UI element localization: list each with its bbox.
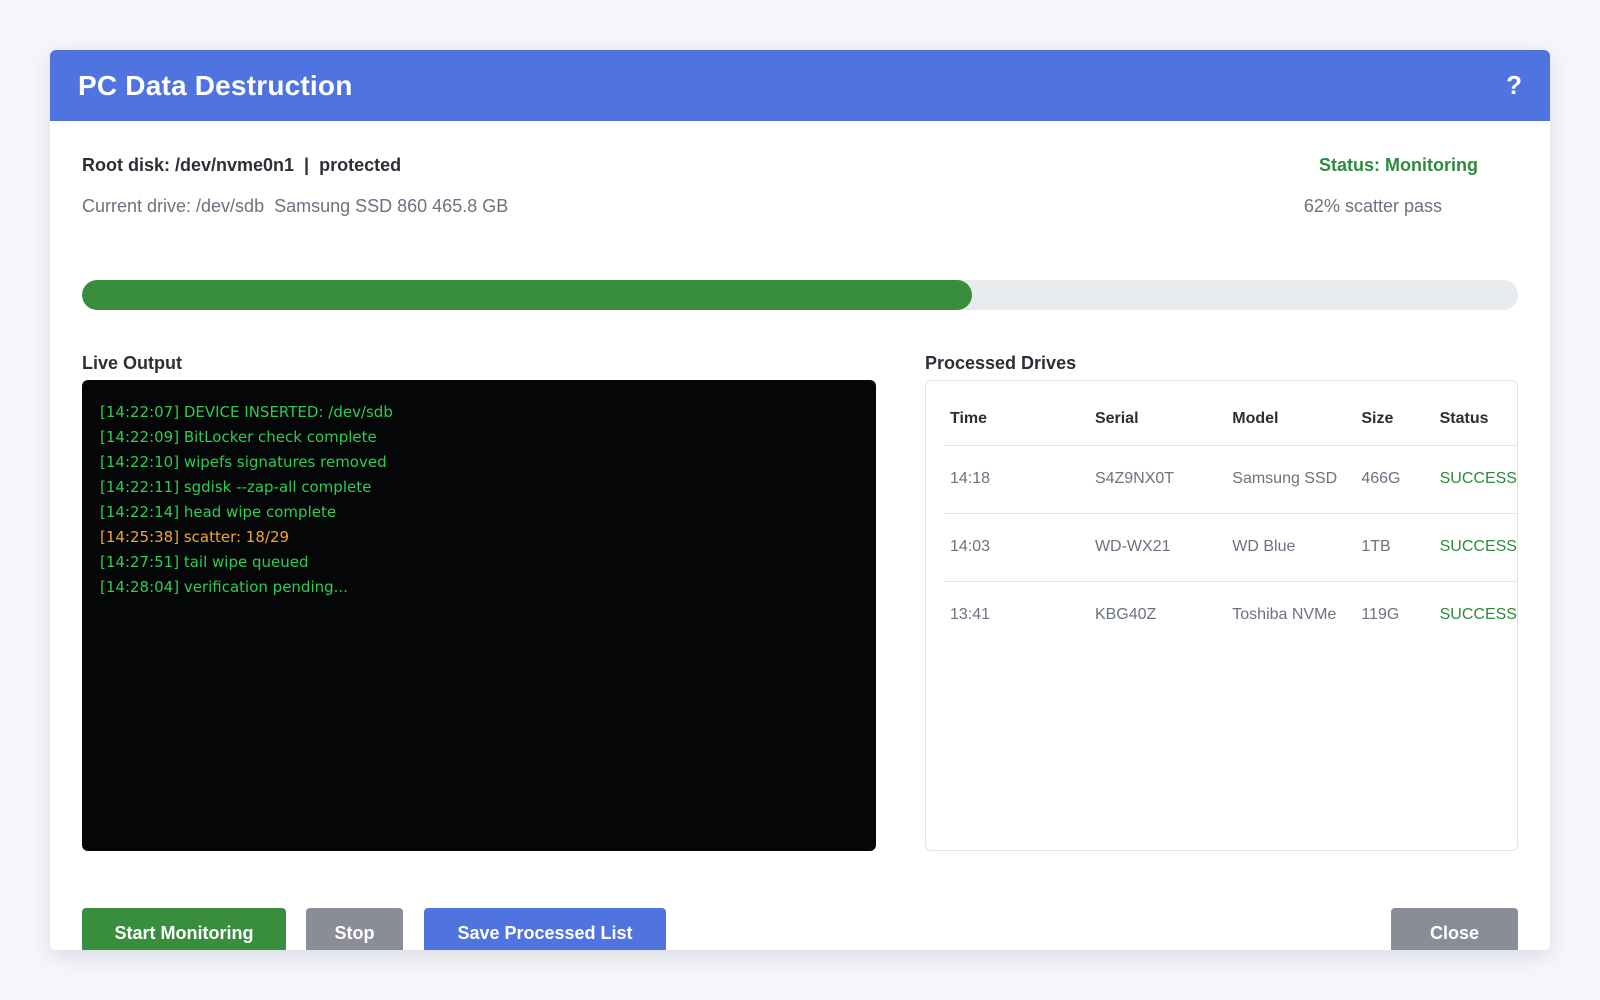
window-title: PC Data Destruction bbox=[78, 69, 353, 101]
cell-size: 466G bbox=[1355, 445, 1434, 514]
current-drive-row: Current drive: /dev/sdb Samsung SSD 860 … bbox=[82, 196, 1518, 217]
cell-serial: S4Z9NX0T bbox=[1088, 445, 1227, 514]
console-line: [14:22:07] DEVICE INSERTED: /dev/sdb bbox=[100, 403, 393, 421]
cell-time: 14:18 bbox=[944, 445, 1089, 514]
column-header-time: Time bbox=[944, 393, 1089, 446]
cell-time: 13:41 bbox=[950, 606, 991, 624]
root-disk-info: Root disk: /dev/nvme0n1 | protected bbox=[82, 155, 402, 175]
start-monitoring-button[interactable]: Start Monitoring bbox=[82, 908, 286, 950]
cell-status: SUCCESS bbox=[1433, 445, 1517, 514]
processed-drives-table: Time Serial Model Size Status 14:18 S4Z9… bbox=[944, 393, 1517, 649]
cell-time: 14:03 bbox=[944, 513, 1089, 582]
column-header-status: Status bbox=[1433, 393, 1517, 446]
console-line: [14:22:14] head wipe complete bbox=[100, 503, 337, 521]
console-line: [14:22:11] sgdisk --zap-all complete bbox=[100, 478, 372, 496]
progress-fill bbox=[82, 280, 973, 310]
cell-serial: KBG40Z bbox=[1094, 606, 1157, 624]
status-indicator: Status: Monitoring bbox=[1319, 155, 1478, 175]
live-output-console[interactable]: [14:22:07] DEVICE INSERTED: /dev/sdb [14:… bbox=[82, 380, 876, 851]
console-line: [14:28:04] verification pending... bbox=[100, 578, 348, 596]
wipe-progress-bar bbox=[82, 280, 1518, 310]
console-line: [14:27:51] tail wipe queued bbox=[100, 553, 309, 571]
title-bar: PC Data Destruction ? bbox=[50, 50, 1550, 121]
processed-drives-label: Processed Drives bbox=[925, 353, 1077, 373]
console-line: [14:25:38] scatter: 18/29 bbox=[100, 528, 290, 546]
table-row[interactable]: 13:41 KBG40Z Toshiba NVMe 119G SUCCESS bbox=[944, 581, 1517, 649]
pass-progress-text: 62% scatter pass bbox=[1303, 196, 1442, 216]
cell-model: WD Blue bbox=[1226, 513, 1356, 582]
close-button[interactable]: Close bbox=[1391, 908, 1518, 950]
console-line: [14:22:10] wipefs signatures removed bbox=[100, 453, 387, 471]
cell-status: SUCCESS bbox=[1433, 513, 1517, 582]
cell-status: SUCCESS bbox=[1439, 606, 1517, 624]
column-header-size: Size bbox=[1355, 393, 1434, 446]
column-header-serial: Serial bbox=[1088, 393, 1227, 446]
table-row[interactable]: 14:18 S4Z9NX0T Samsung SSD 466G SUCCESS bbox=[944, 445, 1517, 514]
cell-model: Toshiba NVMe bbox=[1232, 606, 1337, 624]
processed-drives-panel: Time Serial Model Size Status 14:18 S4Z9… bbox=[925, 380, 1518, 851]
table-header-row: Time Serial Model Size Status bbox=[944, 393, 1517, 446]
live-output-label: Live Output bbox=[82, 353, 182, 373]
console-line: [14:22:09] BitLocker check complete bbox=[100, 428, 377, 446]
root-disk-row: Root disk: /dev/nvme0n1 | protected Stat… bbox=[82, 155, 1518, 176]
cell-model: Samsung SSD bbox=[1226, 445, 1356, 514]
column-header-model: Model bbox=[1226, 393, 1356, 446]
cell-size: 119G bbox=[1361, 606, 1400, 624]
table-row[interactable]: 14:03 WD-WX21 WD Blue 1TB SUCCESS bbox=[944, 513, 1517, 582]
content-area: Root disk: /dev/nvme0n1 | protected Stat… bbox=[82, 121, 1518, 950]
current-drive-info: Current drive: /dev/sdb Samsung SSD 860 … bbox=[82, 196, 509, 216]
stop-button[interactable]: Stop bbox=[306, 908, 403, 950]
save-processed-list-button[interactable]: Save Processed List bbox=[424, 908, 666, 950]
help-button[interactable]: ? bbox=[1506, 70, 1522, 101]
cell-serial: WD-WX21 bbox=[1088, 513, 1227, 582]
main-window: PC Data Destruction ? Root disk: /dev/nv… bbox=[50, 50, 1550, 950]
cell-size: 1TB bbox=[1355, 513, 1434, 582]
